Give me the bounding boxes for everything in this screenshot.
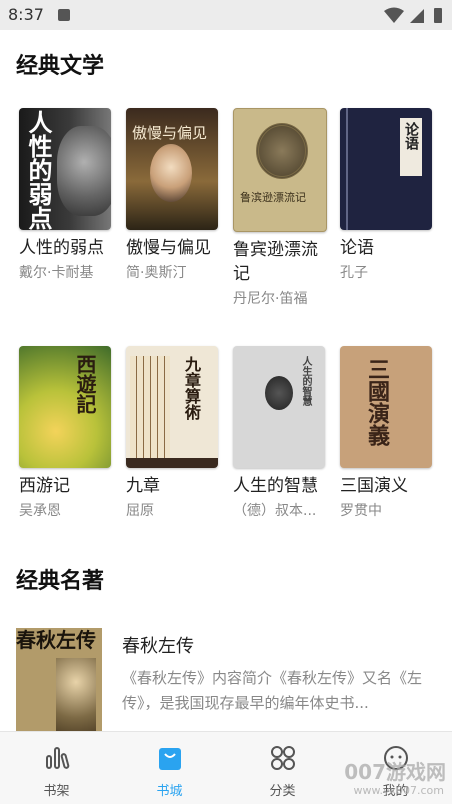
- book-card[interactable]: 九章算術 九章 屈原: [126, 346, 222, 520]
- cover-title: 三國演義: [364, 358, 390, 446]
- signal-icon: [410, 9, 424, 23]
- cover-title: 人性的弱点: [24, 110, 53, 230]
- bars-icon: [45, 747, 69, 769]
- status-bar: 8:37: [0, 0, 452, 30]
- cover-title: 论语: [403, 122, 419, 150]
- book-author: 孔子: [340, 265, 368, 281]
- tab-label: 分类: [269, 784, 296, 799]
- section-title-classic-masterpieces: 经典名著: [16, 569, 105, 594]
- book-title: 论语: [340, 238, 374, 258]
- book-title: 人性的弱点: [19, 238, 104, 258]
- book-card[interactable]: 论语 论语 孔子: [340, 108, 436, 282]
- status-icons: [384, 7, 442, 23]
- status-time: 8:37: [8, 5, 44, 24]
- grid-icon: [270, 746, 295, 770]
- list-item-description: 《春秋左传》内容简介《春秋左传》又名《左传》，是我国现存最早的编年体史书...: [122, 669, 423, 712]
- book-title: 人生的智慧: [233, 476, 318, 496]
- cover-title: 春秋左传: [16, 628, 96, 652]
- list-item-title: 春秋左传: [122, 636, 194, 657]
- section-title-classic-literature: 经典文学: [16, 54, 105, 79]
- book-author: 屈原: [126, 503, 154, 519]
- book-author: （德）叔本...: [233, 503, 317, 519]
- cover-title: 鲁滨逊漂流记: [240, 191, 306, 204]
- book-cover[interactable]: 三國演義: [340, 346, 432, 468]
- book-card[interactable]: 人生的智慧 人生的智慧 （德）叔本...: [233, 346, 329, 520]
- cover-title: 西遊記: [73, 354, 97, 414]
- book-title: 三国演义: [340, 476, 408, 496]
- cover-title: 人生的智慧: [300, 356, 311, 406]
- book-author: 戴尔·卡耐基: [19, 265, 94, 281]
- book-author: 简·奥斯汀: [126, 265, 187, 281]
- book-cover[interactable]: 鲁滨逊漂流记: [233, 108, 327, 232]
- book-author: 吴承恩: [19, 503, 61, 519]
- list-item-cover[interactable]: 春秋左传: [16, 628, 102, 738]
- watermark-url: www.yx007.com: [353, 784, 444, 797]
- notification-app-icon: [58, 9, 70, 21]
- book-card[interactable]: 西遊記 西游记 吴承恩: [19, 346, 115, 520]
- battery-icon: [434, 8, 442, 23]
- cover-title: 傲慢与偏见: [132, 124, 208, 142]
- wifi-icon: [384, 7, 404, 23]
- book-card[interactable]: 人性的弱点 人性的弱点 戴尔·卡耐基: [19, 108, 115, 282]
- book-card[interactable]: 傲慢与偏见 傲慢与偏见 简·奥斯汀: [126, 108, 222, 282]
- book-cover[interactable]: 人性的弱点: [19, 108, 111, 230]
- book-cover[interactable]: 论语: [340, 108, 432, 230]
- watermark: 007游戏网: [344, 760, 446, 784]
- book-title: 鲁宾逊漂流记: [233, 240, 318, 284]
- book-card[interactable]: 鲁滨逊漂流记 鲁宾逊漂流记 丹尼尔·笛福: [233, 108, 329, 308]
- tab-category[interactable]: 分类: [226, 732, 339, 804]
- tab-bookshelf[interactable]: 书架: [0, 732, 113, 804]
- book-cover[interactable]: 傲慢与偏见: [126, 108, 218, 230]
- tab-label: 书城: [156, 784, 183, 799]
- book-author: 丹尼尔·笛福: [233, 291, 308, 307]
- shopping-bag-icon: [158, 748, 181, 770]
- book-cover[interactable]: 西遊記: [19, 346, 111, 468]
- cover-title: 九章算術: [182, 356, 201, 420]
- book-card[interactable]: 三國演義 三国演义 罗贯中: [340, 346, 436, 520]
- book-title: 傲慢与偏见: [126, 238, 211, 258]
- book-cover[interactable]: 人生的智慧: [233, 346, 325, 468]
- book-author: 罗贯中: [340, 503, 382, 519]
- book-title: 西游记: [19, 476, 70, 496]
- tab-label: 书架: [43, 784, 70, 799]
- book-title: 九章: [126, 476, 160, 496]
- tab-bookstore[interactable]: 书城: [113, 732, 226, 804]
- book-cover[interactable]: 九章算術: [126, 346, 218, 468]
- list-item[interactable]: 春秋左传 春秋左传 《春秋左传》内容简介《春秋左传》又名《左传》，是我国现存最早…: [16, 628, 446, 738]
